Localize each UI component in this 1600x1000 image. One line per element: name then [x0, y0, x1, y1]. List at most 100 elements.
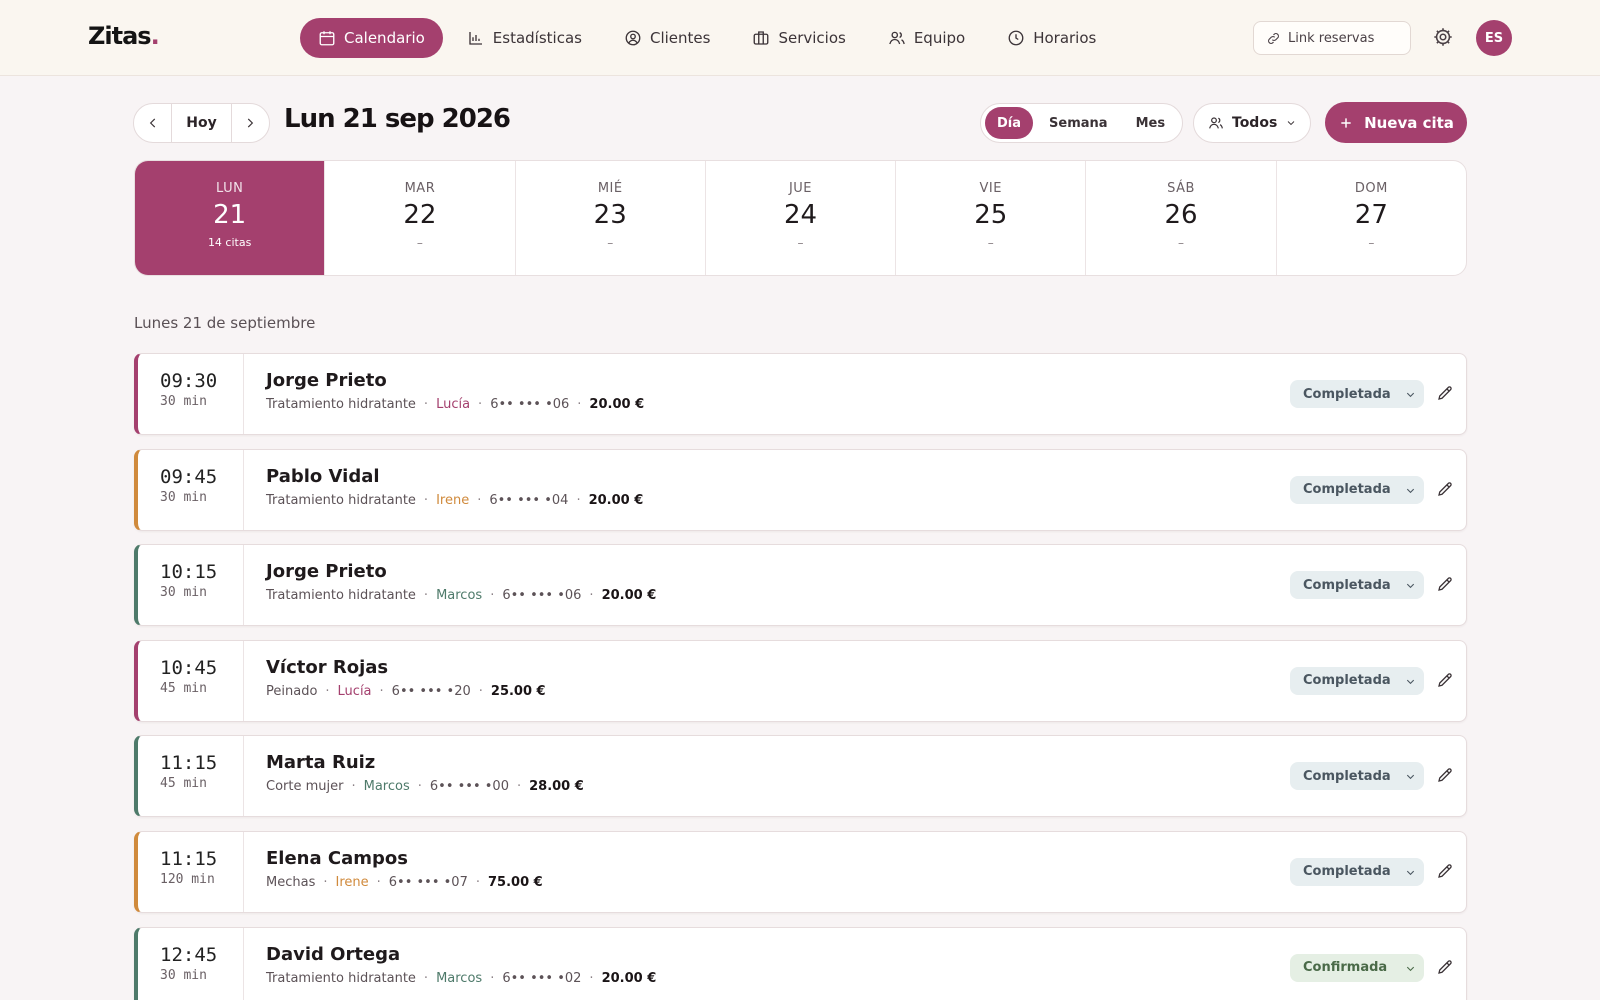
appointment-duration: 30 min — [160, 489, 207, 505]
next-day-button[interactable] — [232, 104, 269, 142]
edit-button[interactable] — [1436, 671, 1454, 689]
client-phone: 6•• ••• •04 — [489, 492, 569, 508]
staff-name: Irene — [436, 492, 470, 508]
appointment-row[interactable]: 11:15 120 min Elena Campos Mechas · Irene… — [134, 830, 1467, 913]
day-cell-sab[interactable]: SÁB 26 – — [1085, 161, 1275, 275]
day-cell-lun[interactable]: LUN 21 14 citas — [135, 161, 325, 275]
staff-name: Marcos — [436, 970, 483, 986]
status-select[interactable]: Completada — [1290, 475, 1424, 504]
appointment-row[interactable]: 09:30 30 min Jorge Prieto Tratamiento hi… — [134, 353, 1467, 435]
appointment-price: 20.00 € — [589, 397, 645, 412]
appointment-list: 09:30 30 min Jorge Prieto Tratamiento hi… — [134, 353, 1467, 1000]
appointment-duration: 45 min — [160, 776, 207, 792]
client-phone: 6•• ••• •02 — [502, 970, 582, 986]
day-cell-mar[interactable]: MAR 22 – — [324, 161, 514, 275]
edit-button[interactable] — [1436, 480, 1454, 498]
nav-equipo[interactable]: Equipo — [870, 18, 983, 58]
staff-filter-select[interactable]: Todos — [1193, 103, 1311, 143]
main-nav: Calendario Estadísticas Clientes Servici… — [300, 18, 1114, 58]
appointment-price: 20.00 € — [601, 588, 657, 604]
appointment-time: 12:45 — [160, 943, 218, 966]
day-cell-mie[interactable]: MIÉ 23 – — [514, 161, 705, 275]
client-name: Elena Campos — [266, 847, 408, 869]
chevron-down-icon — [1406, 392, 1415, 398]
edit-button[interactable] — [1436, 958, 1454, 976]
status-select[interactable]: Completada — [1290, 666, 1424, 695]
status-select[interactable]: Completada — [1290, 762, 1424, 791]
appointment-time: 10:45 — [160, 656, 218, 679]
logo[interactable]: Zitas. — [88, 22, 160, 50]
nav-clientes[interactable]: Clientes — [606, 18, 728, 58]
nav-servicios[interactable]: Servicios — [734, 18, 863, 58]
link-reservas-button[interactable]: Link reservas — [1253, 21, 1411, 55]
view-dia-button[interactable]: Día — [985, 107, 1034, 139]
chevron-down-icon — [1406, 583, 1415, 589]
chevron-right-icon — [248, 118, 254, 128]
appointment-price: 28.00 € — [529, 779, 584, 795]
status-select[interactable]: Completada — [1290, 571, 1424, 600]
appointment-row[interactable]: 11:15 45 min Marta Ruiz Corte mujer · Mar… — [134, 735, 1467, 818]
nav-calendario[interactable]: Calendario — [300, 18, 443, 58]
briefcase-icon — [754, 31, 769, 45]
bar-chart-icon — [469, 32, 482, 45]
chevron-down-icon — [1406, 488, 1415, 493]
week-strip: LUN 21 14 citas MAR 22 – MIÉ 23 – JUE 24… — [134, 160, 1467, 276]
status-select[interactable]: Completada — [1290, 857, 1424, 886]
appointment-duration: 120 min — [160, 871, 215, 887]
settings-button[interactable] — [1432, 26, 1454, 48]
appointment-row[interactable]: 10:15 30 min Jorge Prieto Tratamiento hi… — [134, 544, 1467, 627]
view-mes-button[interactable]: Mes — [1124, 107, 1178, 139]
users-icon — [1209, 117, 1223, 129]
pencil-icon — [1438, 577, 1452, 592]
chevron-down-icon — [1406, 966, 1415, 971]
appointment-price: 20.00 € — [601, 970, 657, 986]
calendar-icon — [319, 31, 335, 46]
date-pager: Hoy — [133, 103, 270, 143]
staff-name: Lucía — [436, 397, 471, 412]
link-icon — [1268, 32, 1279, 44]
pencil-icon — [1438, 864, 1452, 878]
chevron-down-icon — [1287, 121, 1295, 126]
pencil-icon — [1438, 386, 1452, 400]
client-name: David Ortega — [266, 943, 401, 965]
day-cell-dom[interactable]: DOM 27 – — [1275, 161, 1466, 275]
users-icon — [889, 31, 905, 45]
client-phone: 6•• ••• •20 — [391, 683, 471, 699]
appointment-time: 11:15 — [160, 752, 218, 775]
status-select[interactable]: Completada — [1290, 380, 1424, 408]
new-appointment-button[interactable]: Nueva cita — [1325, 102, 1467, 143]
edit-button[interactable] — [1436, 766, 1454, 784]
chevron-down-icon — [1406, 870, 1415, 876]
clock-icon — [1008, 30, 1024, 46]
nav-estadisticas[interactable]: Estadísticas — [449, 18, 600, 58]
appointment-row[interactable]: 10:45 45 min Víctor Rojas Peinado · Lucía… — [134, 639, 1467, 722]
staff-name: Marcos — [436, 588, 483, 604]
client-name: Jorge Prieto — [266, 370, 387, 391]
day-cell-jue[interactable]: JUE 24 – — [704, 161, 895, 275]
status-select[interactable]: Confirmada — [1290, 953, 1424, 982]
appointment-time: 11:15 — [160, 847, 218, 870]
gear-icon — [1434, 28, 1452, 46]
appointment-price: 20.00 € — [588, 492, 644, 508]
day-cell-vie[interactable]: VIE 25 – — [895, 161, 1085, 275]
appointment-price: 25.00 € — [490, 683, 546, 699]
view-semana-button[interactable]: Semana — [1037, 107, 1120, 139]
edit-button[interactable] — [1436, 384, 1454, 402]
appointment-row[interactable]: 12:45 30 min David Ortega Tratamiento hi… — [134, 926, 1467, 1000]
client-phone: 6•• ••• •07 — [388, 874, 468, 890]
day-heading: Lunes 21 de septiembre — [134, 314, 316, 332]
plus-icon — [1341, 117, 1351, 128]
appointment-row[interactable]: 09:45 30 min Pablo Vidal Tratamiento hid… — [134, 448, 1467, 531]
nav-horarios[interactable]: Horarios — [989, 18, 1114, 58]
avatar[interactable]: ES — [1476, 20, 1512, 56]
edit-button[interactable] — [1436, 575, 1454, 593]
service-name: Tratamiento hidratante — [266, 492, 416, 508]
service-name: Tratamiento hidratante — [266, 970, 416, 986]
appointment-duration: 45 min — [160, 680, 207, 696]
prev-day-button[interactable] — [134, 104, 171, 142]
edit-button[interactable] — [1436, 862, 1454, 880]
chevron-left-icon — [149, 118, 155, 128]
service-name: Tratamiento hidratante — [266, 588, 416, 604]
today-button[interactable]: Hoy — [171, 104, 232, 142]
client-name: Pablo Vidal — [266, 465, 380, 487]
